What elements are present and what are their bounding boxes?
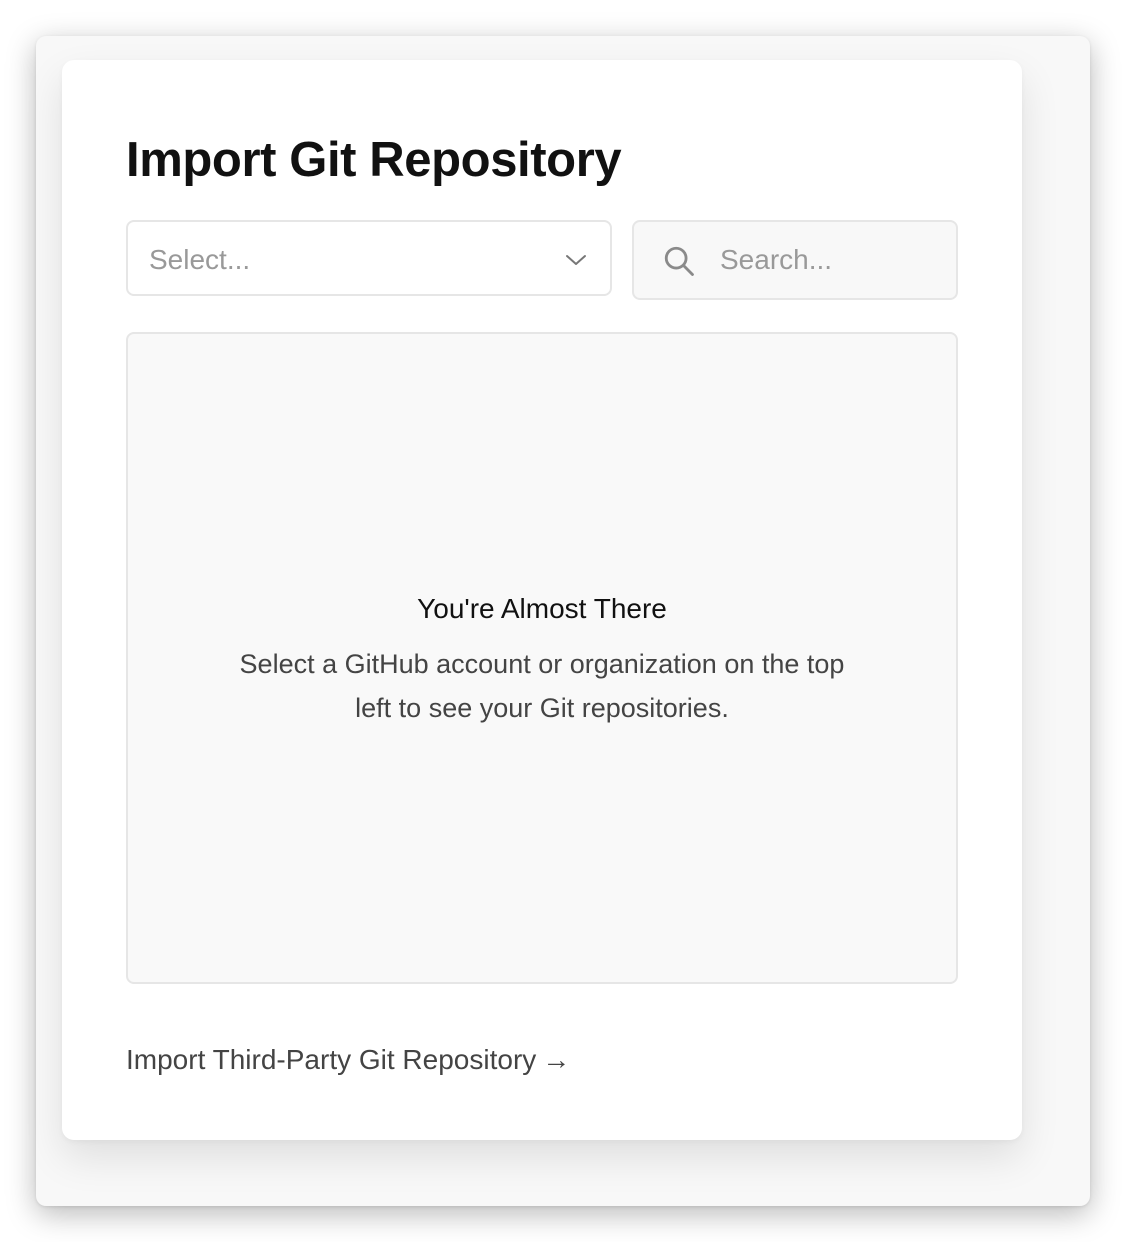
- search-box: [632, 220, 958, 300]
- account-select-placeholder: Select...: [149, 244, 251, 275]
- empty-state-message: Select a GitHub account or organization …: [239, 649, 845, 723]
- search-icon: [664, 246, 694, 276]
- import-third-party-link[interactable]: Import Third-Party Git Repository →: [126, 1042, 570, 1078]
- chevron-down-icon: [566, 255, 586, 265]
- arrow-right-icon: →: [542, 1044, 571, 1075]
- page-title: Import Git Repository: [126, 133, 622, 187]
- search-input[interactable]: [720, 241, 930, 279]
- import-git-card: Import Git Repository Select... You're A…: [62, 60, 1022, 1140]
- account-select[interactable]: Select...: [126, 220, 612, 296]
- empty-state-title: You're Almost There: [417, 593, 667, 624]
- repository-list-empty-state: You're Almost There Select a GitHub acco…: [126, 332, 958, 984]
- import-third-party-label: Import Third-Party Git Repository: [126, 1044, 537, 1075]
